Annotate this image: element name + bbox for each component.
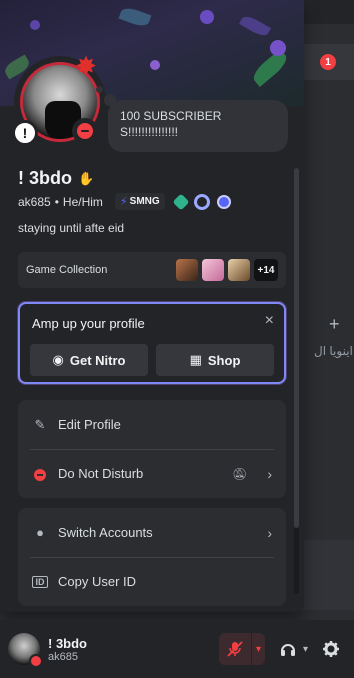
muted-bell-icon: 🔕︎ <box>232 466 248 481</box>
game-collection-card[interactable]: Game Collection +14 <box>18 252 286 288</box>
guild-tag[interactable]: ⚡ SMNG <box>114 193 165 210</box>
exclamation-bubble-icon[interactable]: ! <box>12 120 38 146</box>
scrollbar-thumb[interactable] <box>294 168 299 528</box>
headphones-icon[interactable] <box>273 633 303 665</box>
user-panel-username: ak685 <box>48 650 78 663</box>
user-panel-names[interactable]: ! 3bdo ak685 <box>48 636 219 663</box>
banner-flower-decoration <box>30 20 40 30</box>
user-panel-name: ! 3bdo <box>48 635 87 651</box>
banner-leaf-decoration <box>249 49 291 87</box>
chevron-right-icon: › <box>267 524 272 541</box>
switch-accounts-label: Switch Accounts <box>58 525 153 540</box>
gear-icon[interactable] <box>316 633 346 665</box>
add-icon[interactable]: + <box>329 314 340 335</box>
pronouns: He/Him <box>62 194 103 209</box>
id-card-icon: ID <box>32 575 48 588</box>
profile-popout: ✸ ! 100 SUBSCRIBERS!!!!!!!!!!!!!!! ! 3bd… <box>0 0 304 612</box>
user-subline: ak685 • He/Him ⚡ SMNG <box>18 193 231 210</box>
background-header <box>300 0 354 24</box>
quest-badge-icon[interactable] <box>216 194 231 209</box>
copy-user-id-label: Copy User ID <box>58 574 137 589</box>
shop-icon: ▦ <box>189 352 202 367</box>
username[interactable]: ak685 <box>18 195 51 209</box>
close-icon[interactable]: × <box>265 312 274 330</box>
chevron-right-icon: › <box>267 465 272 482</box>
do-not-disturb-item[interactable]: Do Not Disturb 🔕︎ › <box>18 449 286 498</box>
wave-hand-icon[interactable]: ✋ <box>78 171 94 187</box>
edit-profile-item[interactable]: ✎ Edit Profile <box>18 400 286 449</box>
more-games-count[interactable]: +14 <box>254 259 278 281</box>
banner-flower-decoration <box>270 40 286 56</box>
bolt-icon: ⚡ <box>119 196 128 208</box>
get-nitro-button[interactable]: ◉ Get Nitro <box>30 344 148 376</box>
user-panel: ! 3bdo ak685 ▾ ▾ <box>0 620 354 678</box>
dnd-status-icon <box>29 654 43 668</box>
game-thumbnail[interactable] <box>176 259 198 281</box>
nitro-promo-card: Amp up your profile × ◉ Get Nitro ▦ Shop <box>18 302 286 384</box>
banner-leaf-decoration <box>118 5 152 29</box>
shop-label: Shop <box>207 352 241 368</box>
nitro-promo-title: Amp up your profile <box>32 316 145 331</box>
account-menu-group: ● Switch Accounts › ID Copy User ID <box>18 508 286 606</box>
pencil-icon: ✎ <box>34 416 46 432</box>
notification-badge: 1 <box>320 54 336 70</box>
chevron-down-icon[interactable]: ▾ <box>303 644 308 655</box>
background-channel-preview: اينويا ال <box>314 344 353 358</box>
game-collection-label: Game Collection <box>26 264 108 276</box>
bio: staying until afte eid <box>18 221 125 235</box>
game-thumbnail[interactable] <box>228 259 250 281</box>
mic-control-group: ▾ <box>218 633 265 665</box>
banner-leaf-decoration <box>239 13 271 39</box>
dnd-status-icon <box>72 118 98 144</box>
user-panel-avatar[interactable] <box>8 633 43 668</box>
edit-profile-label: Edit Profile <box>58 417 121 432</box>
background-panel <box>300 540 354 610</box>
dnd-icon <box>32 466 48 481</box>
get-nitro-label: Get Nitro <box>69 352 126 368</box>
custom-status-bubble[interactable]: 100 SUBSCRIBERS!!!!!!!!!!!!!!! <box>96 86 288 152</box>
angry-icon: ✸ <box>75 51 97 81</box>
guild-tag-label: SMNG <box>129 196 160 207</box>
status-menu-group: ✎ Edit Profile Do Not Disturb 🔕︎ › <box>18 400 286 498</box>
copy-user-id-item[interactable]: ID Copy User ID <box>18 557 286 606</box>
chevron-down-icon[interactable]: ▾ <box>250 633 265 665</box>
display-name-text: ! 3bdo <box>18 168 72 188</box>
do-not-disturb-label: Do Not Disturb <box>58 466 144 481</box>
shop-button[interactable]: ▦ Shop <box>156 344 274 376</box>
hypesquad-badge-icon[interactable] <box>172 193 190 210</box>
game-thumbnail[interactable] <box>202 259 224 281</box>
nitro-badge-icon[interactable] <box>193 193 210 210</box>
account-icon: ● <box>36 525 44 540</box>
switch-accounts-item[interactable]: ● Switch Accounts › <box>18 508 286 557</box>
display-name: ! 3bdo ✋ <box>18 168 94 189</box>
banner-flower-decoration <box>200 10 214 24</box>
muted-mic-icon[interactable] <box>219 633 251 665</box>
separator: • <box>54 194 59 209</box>
banner-flower-decoration <box>150 60 160 70</box>
nitro-icon: ◉ <box>52 352 64 367</box>
